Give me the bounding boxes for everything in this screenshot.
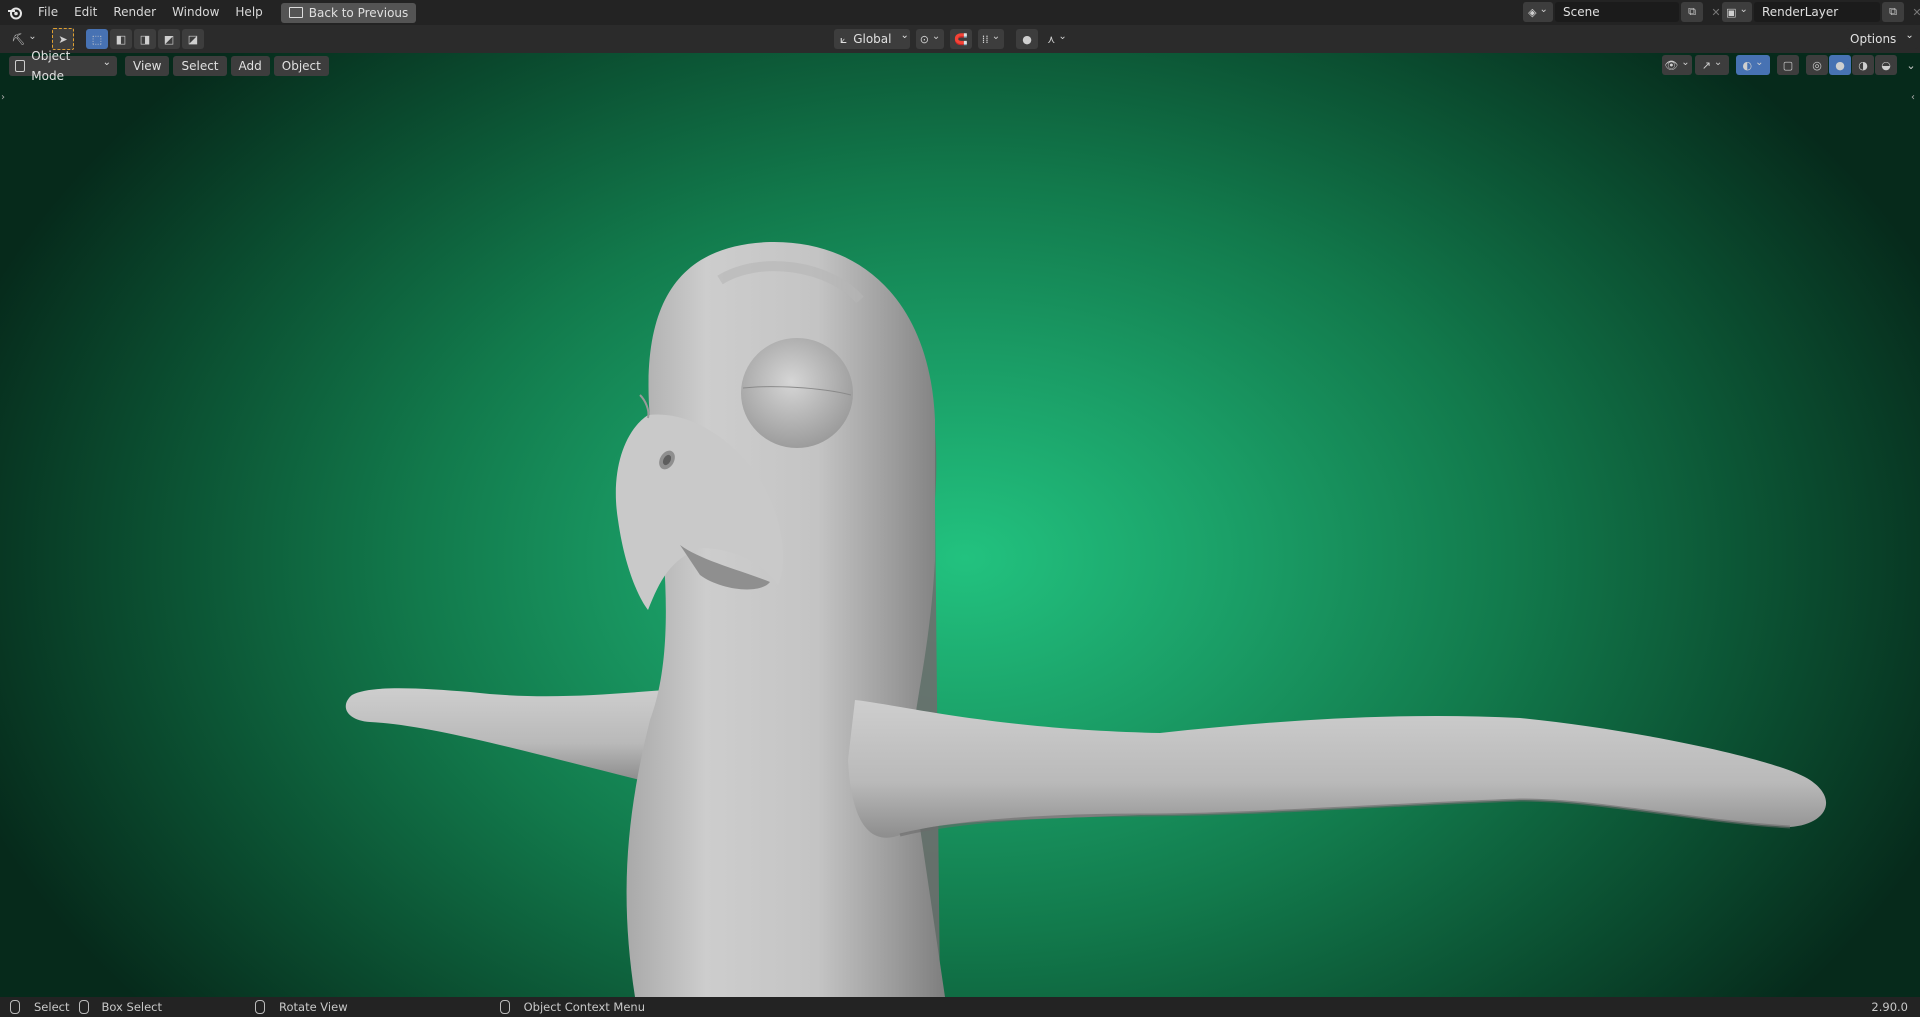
- options-label: Options: [1850, 32, 1897, 46]
- selection-mode-group: ⬚ ◧ ◨ ◩ ◪: [86, 29, 204, 49]
- version-label: 2.90.0: [1871, 1000, 1908, 1014]
- rendered-shading-icon[interactable]: ◒: [1875, 55, 1897, 75]
- snap-toggle-icon[interactable]: 🧲: [950, 29, 972, 49]
- screen-icon: [288, 7, 303, 18]
- solid-shading-icon[interactable]: ●: [1829, 55, 1851, 75]
- status-context-menu-label: Object Context Menu: [523, 1000, 645, 1014]
- object-menu[interactable]: Object: [273, 55, 329, 76]
- scene-name-field[interactable]: Scene: [1555, 2, 1679, 22]
- wireframe-shading-icon[interactable]: ◎: [1806, 55, 1828, 75]
- 3d-viewport[interactable]: [0, 53, 1920, 997]
- new-view-layer-icon[interactable]: ⧉: [1882, 2, 1904, 22]
- tool-settings-bar: ⛏ ➤ ⬚ ◧ ◨ ◩ ◪ ⟀ Global ⊙ 🧲 ⁞⁞ ● ⋏ Option…: [0, 25, 1920, 53]
- new-scene-icon[interactable]: ⧉: [1681, 2, 1703, 22]
- shading-options-chevron-icon[interactable]: ⌄: [1900, 55, 1920, 75]
- scene-browse-icon[interactable]: ◈: [1523, 2, 1553, 22]
- material-preview-shading-icon[interactable]: ◑: [1852, 55, 1874, 75]
- xray-toggle-icon[interactable]: ▢: [1777, 55, 1799, 75]
- view-layer-browse-icon[interactable]: ▣: [1722, 2, 1752, 22]
- status-box-select-label: Box Select: [101, 1000, 162, 1014]
- scene-selector: ◈ Scene ⧉ ✕: [1523, 2, 1727, 22]
- back-to-previous-button[interactable]: Back to Previous: [280, 2, 417, 23]
- subtract-selection-icon[interactable]: ◨: [134, 29, 156, 49]
- status-select-label: Select: [34, 1000, 70, 1014]
- menu-render[interactable]: Render: [105, 0, 164, 25]
- back-to-previous-label: Back to Previous: [308, 5, 409, 20]
- add-menu[interactable]: Add: [230, 55, 270, 76]
- mouse-middle-icon: [255, 1000, 265, 1014]
- options-dropdown[interactable]: Options: [1846, 29, 1918, 49]
- shading-mode-group: ◎ ● ◑ ◒: [1806, 55, 1897, 75]
- object-mode-label: Object Mode: [31, 48, 71, 83]
- view-layer-name-field[interactable]: RenderLayer: [1754, 2, 1880, 22]
- toolbar-expand-chevron-icon[interactable]: ›: [1, 92, 5, 103]
- transform-orientation-label: Global: [853, 32, 892, 46]
- overlays-icon[interactable]: ◐: [1736, 55, 1770, 75]
- extend-selection-icon[interactable]: ◧: [110, 29, 132, 49]
- object-mode-icon: [15, 59, 26, 72]
- sidebar-expand-chevron-icon[interactable]: ‹: [1911, 92, 1915, 103]
- invert-selection-icon[interactable]: ◩: [158, 29, 180, 49]
- menu-file[interactable]: File: [30, 0, 66, 25]
- pivot-point-icon[interactable]: ⊙: [916, 29, 944, 49]
- delete-view-layer-icon[interactable]: ✕: [1906, 2, 1920, 22]
- menu-edit[interactable]: Edit: [66, 0, 105, 25]
- snap-target-icon[interactable]: ⁞⁞: [978, 29, 1004, 49]
- mouse-right-icon: [499, 1000, 510, 1014]
- intersect-selection-icon[interactable]: ◪: [182, 29, 204, 49]
- select-menu[interactable]: Select: [173, 55, 227, 76]
- selectability-visibility-icon[interactable]: 👁: [1662, 55, 1692, 75]
- mouse-drag-icon: [79, 1000, 90, 1014]
- object-mode-dropdown[interactable]: Object Mode: [9, 49, 117, 83]
- menu-help[interactable]: Help: [227, 0, 270, 25]
- parrot-model-render: [345, 241, 1827, 997]
- view-menu[interactable]: View: [125, 55, 170, 76]
- orientation-axes-icon: ⟀: [840, 32, 848, 46]
- menu-window[interactable]: Window: [164, 0, 227, 25]
- transform-orientation-dropdown[interactable]: ⟀ Global: [834, 29, 910, 49]
- status-bar: Select Box Select Rotate View Object Con…: [0, 997, 1920, 1017]
- gizmo-icon[interactable]: ↗: [1695, 55, 1729, 75]
- proportional-falloff-icon[interactable]: ⋏: [1044, 29, 1070, 49]
- viewport-header: Object Mode View Select Add Object 👁 ↗ ◐…: [0, 49, 1920, 83]
- top-menu-bar: File Edit Render Window Help Back to Pre…: [0, 0, 1920, 25]
- mouse-left-icon: [10, 1000, 20, 1014]
- proportional-editing-icon[interactable]: ●: [1016, 29, 1038, 49]
- blender-logo-icon[interactable]: [0, 0, 30, 25]
- view-layer-selector: ▣ RenderLayer ⧉ ✕: [1722, 2, 1920, 22]
- status-rotate-view-label: Rotate View: [279, 1000, 348, 1014]
